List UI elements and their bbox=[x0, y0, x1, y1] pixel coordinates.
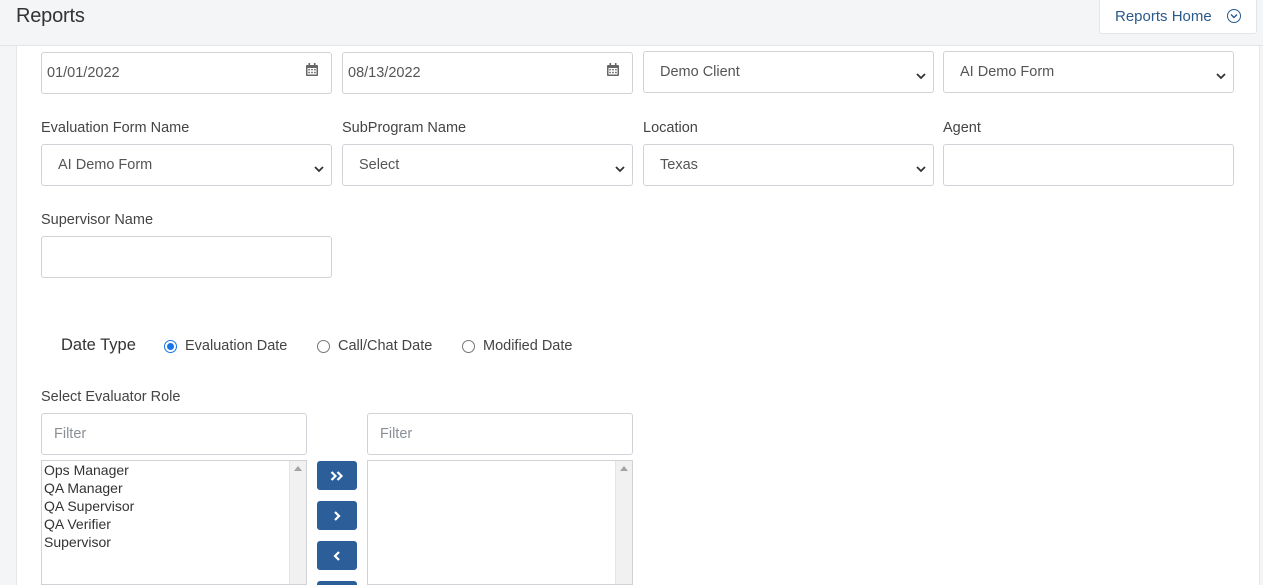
location-value: Texas bbox=[660, 157, 698, 173]
subprogram-label: SubProgram Name bbox=[342, 120, 467, 136]
supervisor-label: Supervisor Name bbox=[41, 212, 154, 228]
page-title: Reports bbox=[16, 5, 85, 27]
start-date-field[interactable]: 01/01/2022 bbox=[41, 52, 332, 94]
form-select-value: AI Demo Form bbox=[960, 64, 1055, 80]
client-select[interactable]: Demo Client bbox=[643, 51, 934, 93]
scrollbar[interactable] bbox=[615, 461, 632, 584]
radio-evaluation-date[interactable]: Evaluation Date bbox=[164, 338, 287, 354]
radio-button[interactable] bbox=[462, 339, 475, 353]
list-item[interactable]: QA Manager bbox=[42, 479, 306, 497]
filter-placeholder: Filter bbox=[54, 426, 87, 442]
available-filter-input[interactable]: Filter bbox=[41, 413, 307, 455]
report-filter-panel: 01/01/2022 08/13/2022 Demo Client AI Dem… bbox=[16, 46, 1260, 585]
agent-input[interactable] bbox=[943, 144, 1234, 186]
selected-roles-list[interactable] bbox=[367, 460, 633, 585]
evaluation-form-value: AI Demo Form bbox=[58, 157, 153, 173]
radio-label: Call/Chat Date bbox=[338, 338, 433, 354]
chevron-down-icon bbox=[1227, 9, 1241, 23]
radio-modified-date[interactable]: Modified Date bbox=[462, 338, 572, 354]
start-date-value: 01/01/2022 bbox=[47, 65, 120, 81]
move-all-left-button[interactable] bbox=[317, 581, 357, 585]
radio-label: Modified Date bbox=[483, 338, 573, 354]
list-item[interactable]: Ops Manager bbox=[42, 461, 306, 479]
chevron-down-icon bbox=[615, 161, 625, 177]
selected-filter-input[interactable]: Filter bbox=[367, 413, 633, 455]
list-item[interactable]: QA Verifier bbox=[42, 515, 306, 533]
date-type-label: Date Type bbox=[61, 336, 136, 354]
end-date-value: 08/13/2022 bbox=[348, 65, 421, 81]
chevron-down-icon bbox=[916, 68, 926, 84]
form-select[interactable]: AI Demo Form bbox=[943, 51, 1234, 93]
location-label: Location bbox=[643, 120, 698, 136]
reports-home-label: Reports Home bbox=[1115, 8, 1212, 25]
calendar-icon[interactable] bbox=[607, 63, 619, 80]
radio-call-chat-date[interactable]: Call/Chat Date bbox=[317, 338, 432, 354]
evaluation-form-label: Evaluation Form Name bbox=[41, 120, 190, 136]
chevron-right-icon bbox=[334, 510, 341, 521]
available-roles-list[interactable]: Ops Manager QA Manager QA Supervisor QA … bbox=[41, 460, 307, 585]
chevron-left-icon bbox=[333, 550, 340, 561]
chevron-down-icon bbox=[1216, 68, 1226, 84]
agent-label: Agent bbox=[943, 120, 981, 136]
list-item[interactable]: Supervisor bbox=[42, 533, 306, 551]
subprogram-select[interactable]: Select bbox=[342, 144, 633, 186]
scrollbar[interactable] bbox=[289, 461, 306, 584]
list-item[interactable]: QA Supervisor bbox=[42, 497, 306, 515]
move-left-button[interactable] bbox=[317, 541, 357, 570]
subprogram-value: Select bbox=[359, 157, 400, 173]
double-chevron-right-icon bbox=[330, 470, 344, 481]
evaluator-role-label: Select Evaluator Role bbox=[41, 389, 181, 405]
chevron-down-icon bbox=[314, 161, 324, 177]
scroll-up-icon[interactable] bbox=[294, 466, 302, 471]
calendar-icon[interactable] bbox=[306, 63, 318, 80]
end-date-field[interactable]: 08/13/2022 bbox=[342, 52, 633, 94]
filter-placeholder: Filter bbox=[380, 426, 413, 442]
reports-home-button[interactable]: Reports Home bbox=[1099, 0, 1257, 34]
client-select-value: Demo Client bbox=[660, 64, 740, 80]
radio-label: Evaluation Date bbox=[185, 338, 288, 354]
move-right-button[interactable] bbox=[317, 501, 357, 530]
evaluation-form-select[interactable]: AI Demo Form bbox=[41, 144, 332, 186]
location-select[interactable]: Texas bbox=[643, 144, 934, 186]
top-bar: Reports Reports Home bbox=[0, 0, 1263, 46]
supervisor-input[interactable] bbox=[41, 236, 332, 278]
radio-button[interactable] bbox=[164, 339, 177, 353]
scroll-up-icon[interactable] bbox=[620, 466, 628, 471]
move-all-right-button[interactable] bbox=[317, 461, 357, 490]
radio-button[interactable] bbox=[317, 339, 330, 353]
chevron-down-icon bbox=[916, 161, 926, 177]
